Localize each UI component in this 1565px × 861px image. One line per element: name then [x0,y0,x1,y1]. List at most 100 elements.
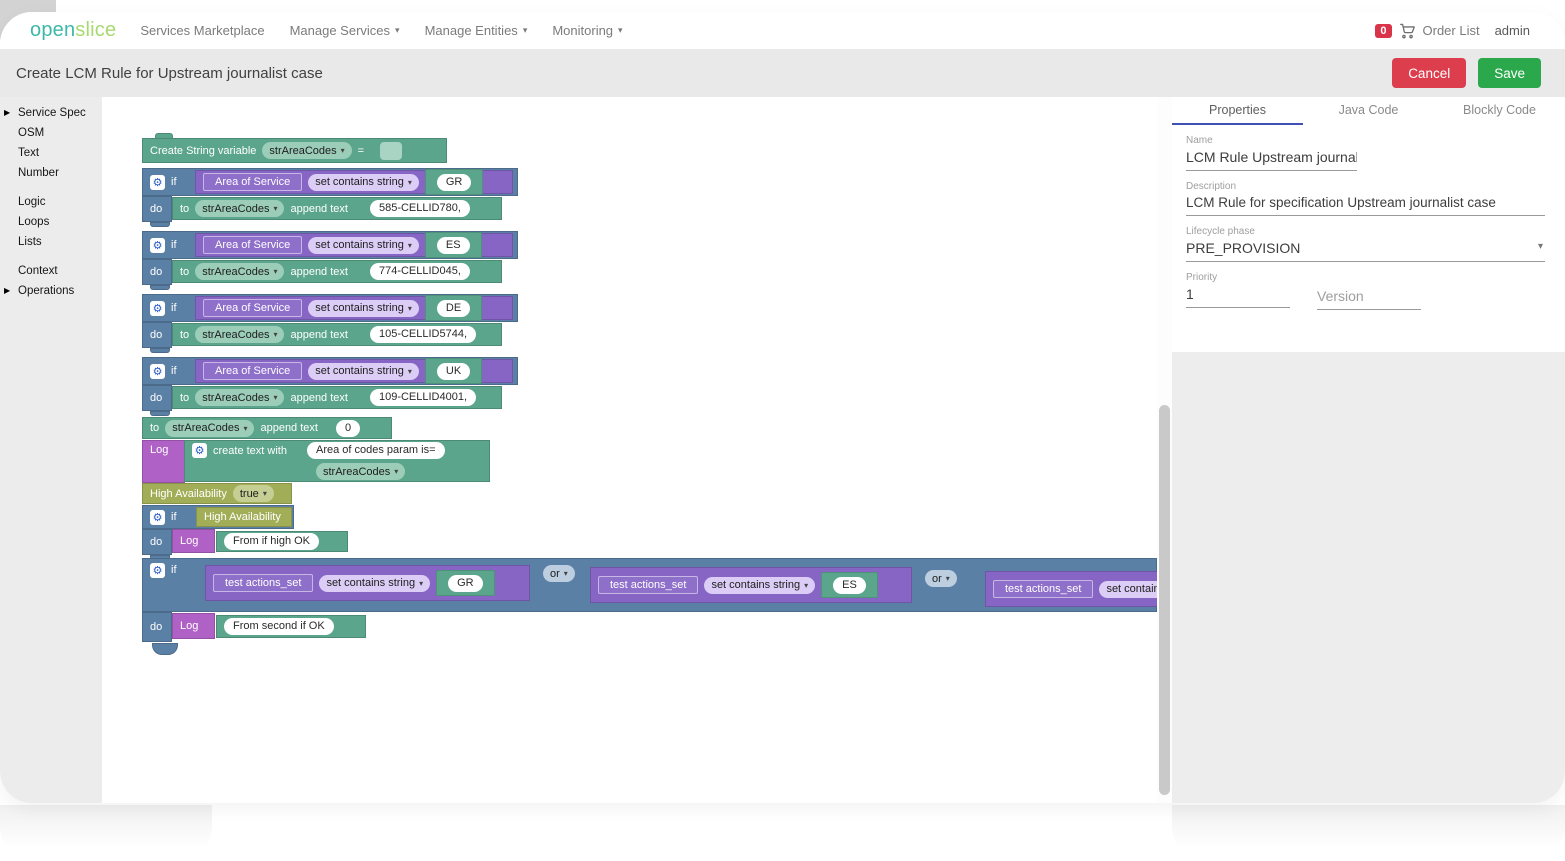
log-block[interactable]: Log [142,440,185,483]
toolbox-category-service-spec[interactable]: ▶Service Spec [0,103,102,123]
dropdown-field[interactable]: set contains string▾ [704,577,815,594]
toolbox-category-loops[interactable]: Loops [0,212,102,232]
lifecycle-select[interactable]: PRE_PROVISION ▾ [1186,237,1545,262]
toolbox-category-osm[interactable]: OSM [0,123,102,143]
text-input-field[interactable]: 105-CELLID5744, [370,326,476,343]
text-input-field[interactable]: 0 [336,420,360,437]
value-block[interactable]: UK [425,358,482,384]
toolbox-category-lists[interactable]: Lists [0,232,102,252]
condition-block[interactable]: test actions_setset contains string▾GR [205,565,530,601]
nav-item-manage-services[interactable]: Manage Services▾ [290,23,400,38]
mutator-gear-icon[interactable]: ⚙ [192,443,207,458]
dropdown-field[interactable]: set contains string▾ [308,237,419,254]
text-input-field[interactable]: 774-CELLID045, [370,263,470,280]
text-input-field[interactable]: 585-CELLID780, [370,200,470,217]
value-block[interactable]: ES [425,232,482,258]
shadow-block[interactable]: Area of Service [203,173,302,191]
shadow-block[interactable]: test actions_set [993,580,1093,598]
or-operator-row[interactable]: or▾ [535,564,579,583]
value-block[interactable]: GR [436,570,495,596]
shadow-block[interactable]: Area of Service [203,299,302,317]
tab-properties[interactable]: Properties [1172,97,1303,125]
save-button[interactable]: Save [1478,58,1541,88]
openslice-logo[interactable]: openslice [30,19,116,42]
value-block[interactable]: ES [821,572,878,598]
dropdown-field[interactable]: strAreaCodes▾ [195,389,284,406]
dropdown-field[interactable]: strAreaCodes▾ [165,420,254,437]
tab-blockly-code[interactable]: Blockly Code [1434,97,1565,125]
append-text-block[interactable]: tostrAreaCodes▾append text0 [142,417,392,439]
order-list-link[interactable]: Order List [1423,23,1480,38]
text-input-field[interactable]: UK [437,363,470,380]
dropdown-field[interactable]: strAreaCodes▾ [316,463,405,480]
toolbox-category-number[interactable]: Number [0,163,102,183]
create-text-row[interactable]: ⚙create text withArea of codes param is= [184,440,490,461]
shadow-block[interactable]: test actions_set [213,574,313,592]
mutator-gear-icon[interactable]: ⚙ [150,301,165,316]
append-text-block[interactable]: tostrAreaCodes▾append text585-CELLID780, [172,197,502,220]
create-string-variable-block[interactable]: Create String variablestrAreaCodes▾= [142,138,447,163]
dropdown-field[interactable]: true▾ [233,485,274,502]
shadow-block[interactable]: Area of Service [203,236,302,254]
mutator-gear-icon[interactable]: ⚙ [150,510,165,525]
toolbox-category-text[interactable]: Text [0,143,102,163]
condition-block[interactable]: test actions_set set contains string▾ [985,571,1157,607]
append-text-block[interactable]: tostrAreaCodes▾append text109-CELLID4001… [172,386,502,409]
if-do-spine[interactable]: do [142,259,172,285]
text-input-field[interactable]: 109-CELLID4001, [370,389,476,406]
if-do-spine[interactable]: do [142,196,172,222]
condition-block[interactable]: High Availability [196,507,292,527]
toolbox-category-context[interactable]: Context [0,261,102,281]
log-text-block[interactable]: From if high OK [216,531,348,552]
condition-block[interactable]: test actions_set set contains string▾ ES [590,567,912,603]
if-do-spine[interactable]: do [142,385,172,411]
text-input-field[interactable]: From if high OK [224,533,319,550]
condition-block[interactable]: Area of Service set contains string▾ ES [195,233,513,257]
empty-value-socket[interactable] [380,142,402,160]
text-input-field[interactable]: GR [437,174,472,191]
shadow-block[interactable]: test actions_set [598,576,698,594]
if-do-spine[interactable]: do [142,322,172,348]
toolbox-category-operations[interactable]: ▶Operations [0,281,102,301]
nav-item-monitoring[interactable]: Monitoring▾ [552,23,622,38]
text-input-field[interactable]: DE [437,300,470,317]
dropdown-field[interactable]: or▾ [925,570,957,587]
nav-item-manage-entities[interactable]: Manage Entities▾ [425,23,528,38]
condition-block[interactable]: Area of Serviceset contains string▾UK [195,359,513,383]
dropdown-field[interactable]: strAreaCodes▾ [195,263,284,280]
text-input-field[interactable]: From second if OK [224,618,334,635]
text-input-field[interactable]: GR [448,575,483,592]
append-text-block[interactable]: tostrAreaCodes▾append text774-CELLID045, [172,260,502,283]
dropdown-field[interactable]: set contains string▾ [308,300,419,317]
mutator-gear-icon[interactable]: ⚙ [150,364,165,379]
tab-java-code[interactable]: Java Code [1303,97,1434,125]
blockly-canvas[interactable]: Create String variablestrAreaCodes▾= ⚙if A… [102,97,1157,803]
scrollbar-thumb[interactable] [1159,405,1170,795]
user-menu[interactable]: admin [1495,23,1530,38]
if-header-row[interactable]: ⚙if [142,558,212,582]
if-do-spine[interactable]: do [142,529,172,555]
high-availability-block[interactable]: High Availabilitytrue▾ [142,483,292,504]
or-operator-row[interactable]: or▾ [917,569,961,588]
value-block[interactable]: GR [425,169,484,195]
toolbox-category-logic[interactable]: Logic [0,192,102,212]
log-text-block[interactable]: From second if OK [216,615,366,638]
if-do-spine[interactable]: do [142,612,172,642]
mutator-gear-icon[interactable]: ⚙ [150,563,165,578]
mutator-gear-icon[interactable]: ⚙ [150,175,165,190]
text-input-field[interactable]: ES [833,577,866,594]
text-input-field[interactable]: Area of codes param is= [307,442,445,459]
shadow-block[interactable]: Area of Service [203,362,302,380]
nav-item-services-marketplace[interactable]: Services Marketplace [140,23,264,38]
append-text-block[interactable]: tostrAreaCodes▾append text105-CELLID5744… [172,323,502,346]
cart-icon[interactable] [1399,22,1416,39]
dropdown-field[interactable]: strAreaCodes▾ [195,326,284,343]
dropdown-field[interactable]: set contains string▾ [308,174,419,191]
value-block[interactable]: DE [425,295,482,321]
version-input[interactable]: Version [1317,285,1421,310]
mutator-gear-icon[interactable]: ⚙ [150,238,165,253]
dropdown-field[interactable]: or▾ [543,565,575,582]
dropdown-field[interactable]: set contains string▾ [1099,581,1157,598]
cancel-button[interactable]: Cancel [1392,58,1466,88]
log-block[interactable]: Log [172,529,215,553]
